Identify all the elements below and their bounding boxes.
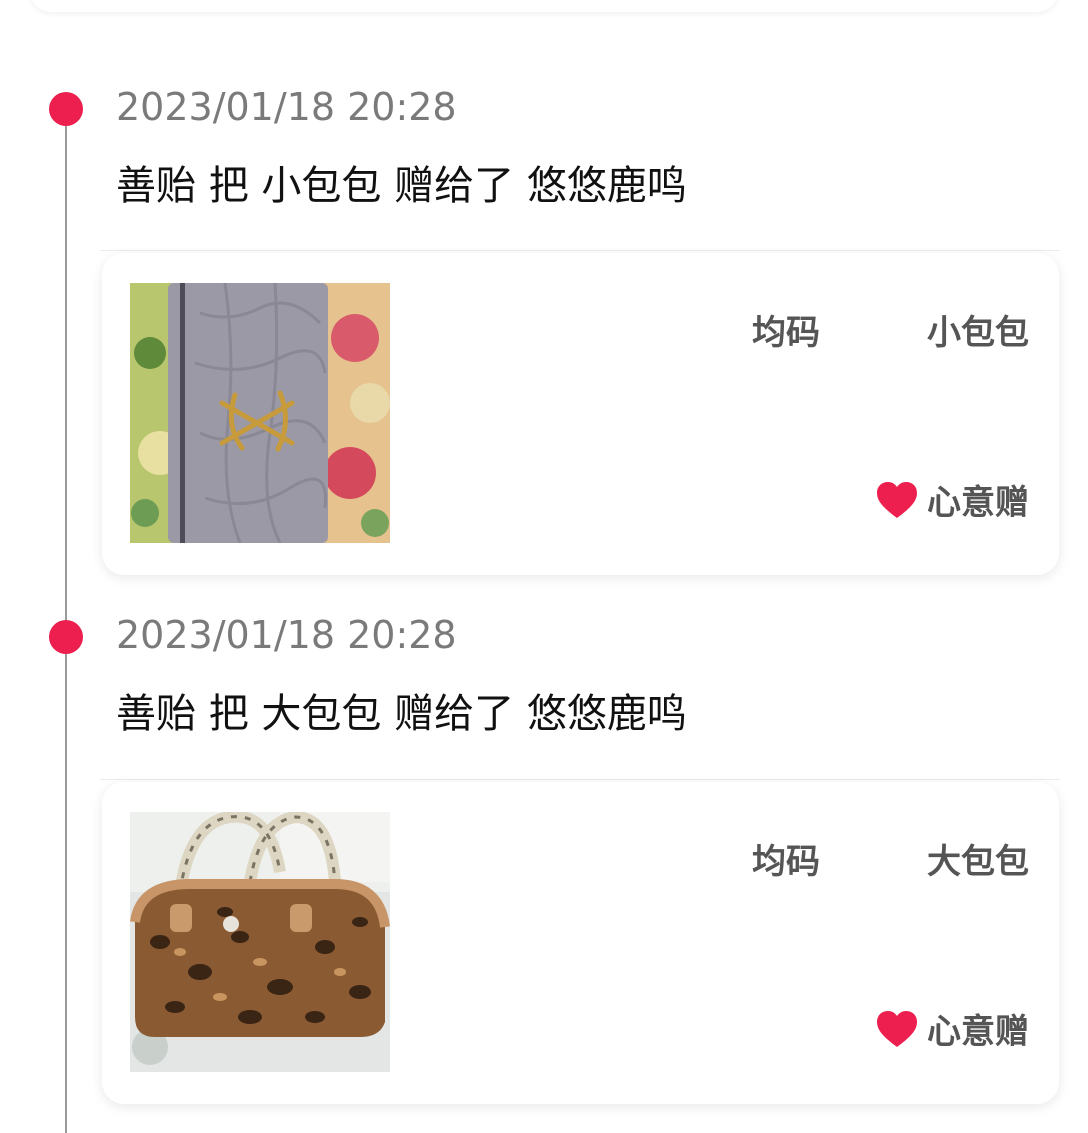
- entry-timestamp: 2023/01/18 20:28: [116, 613, 457, 657]
- heart-icon: [877, 481, 917, 518]
- entry-message: 善贻 把 大包包 赠给了 悠悠鹿鸣: [116, 691, 687, 737]
- gift-item-card[interactable]: 均码 大包包 心意赠: [102, 782, 1059, 1104]
- timeline-dot: [49, 92, 83, 126]
- timeline-dot: [49, 620, 83, 654]
- divider: [100, 250, 1060, 251]
- item-name: 小包包: [927, 313, 1029, 353]
- gift-item-card[interactable]: 均码 小包包 心意赠: [102, 253, 1059, 575]
- leopard-handbag-photo: [130, 812, 390, 1072]
- item-name: 大包包: [927, 842, 1029, 882]
- timeline-line: [65, 100, 67, 1133]
- entry-message: 善贻 把 小包包 赠给了 悠悠鹿鸣: [116, 163, 687, 209]
- gift-type: 心意赠: [875, 1004, 1029, 1053]
- grey-croc-wallet-photo: [130, 283, 390, 543]
- item-size: 均码: [752, 313, 820, 353]
- divider: [100, 779, 1060, 780]
- gift-timeline-screen: 2023/01/18 20:28 善贻 把 小包包 赠给了 悠悠鹿鸣 均码 小包…: [0, 0, 1088, 1133]
- item-thumbnail[interactable]: [130, 812, 390, 1072]
- gift-type: 心意赠: [875, 475, 1029, 524]
- previous-record-card[interactable]: [30, 0, 1058, 12]
- heart-icon: [877, 1010, 917, 1047]
- gift-type-label: 心意赠: [927, 483, 1029, 523]
- entry-timestamp: 2023/01/18 20:28: [116, 85, 457, 129]
- gift-type-label: 心意赠: [927, 1012, 1029, 1052]
- item-size: 均码: [752, 842, 820, 882]
- item-thumbnail[interactable]: [130, 283, 390, 543]
